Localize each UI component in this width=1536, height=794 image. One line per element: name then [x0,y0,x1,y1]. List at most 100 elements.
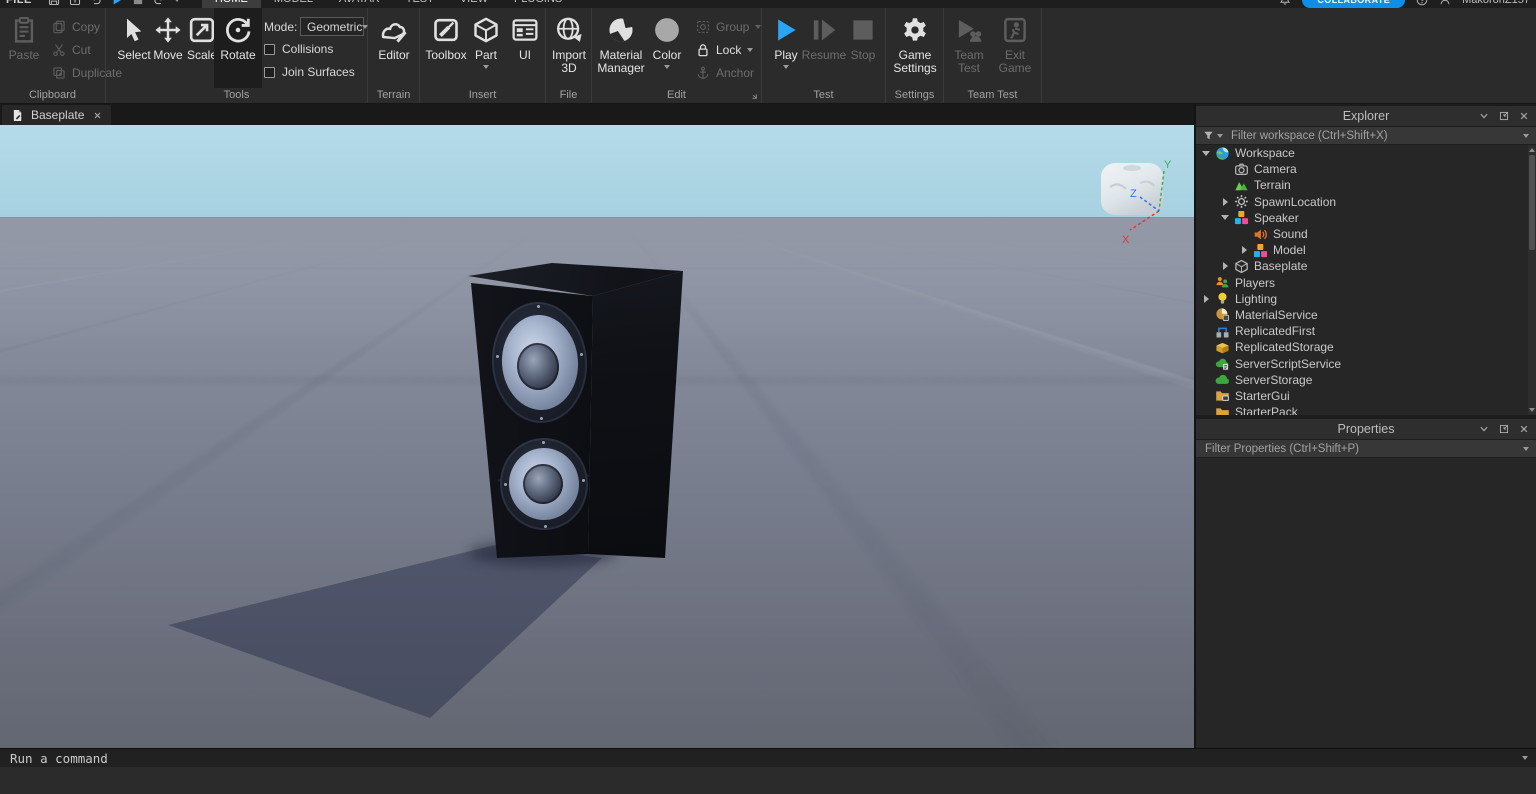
tab-avatar[interactable]: AVATAR [326,0,393,8]
tab-home[interactable]: HOME [202,0,261,8]
tree-item-speaker[interactable]: Speaker [1196,210,1528,226]
explorer-tree: Workspace Camera Terrain SpawnLocation S… [1196,145,1528,415]
command-bar [0,748,1536,767]
help-icon[interactable] [1416,0,1428,6]
game-settings-button[interactable]: Game Settings [889,14,941,75]
rotate-tool-button[interactable]: Rotate [214,8,262,88]
tab-test[interactable]: TEST [393,0,447,8]
properties-dock-icon[interactable] [1499,424,1509,434]
clipboard-section-label: Clipboard [0,89,105,101]
properties-collapse-icon[interactable] [1479,424,1489,434]
expand-arrow[interactable] [1218,262,1232,270]
stop-button[interactable]: Stop [841,14,885,62]
team-test-button[interactable]: Team Test [947,14,991,75]
tree-item-terrain[interactable]: Terrain [1196,177,1528,193]
username-label[interactable]: MakoronZ157 [1462,0,1530,6]
tree-item-replicatedfirst[interactable]: ReplicatedFirst [1196,323,1528,339]
tab-view[interactable]: VIEW [447,0,501,8]
document-tab-baseplate[interactable]: Baseplate [2,105,111,125]
rotate-icon [224,16,252,44]
terrain-editor-button[interactable]: Editor [370,14,418,62]
tab-model[interactable]: MODEL [261,0,326,8]
explorer-filter-dropdown-icon[interactable] [1523,134,1529,138]
file-menu[interactable]: FILE [6,0,32,6]
tree-item-spawnlocation[interactable]: SpawnLocation [1196,194,1528,210]
explorer-close-icon[interactable] [1519,111,1529,121]
properties-filter-input[interactable] [1203,442,1517,456]
quick-play-icon[interactable] [111,0,123,6]
copy-button[interactable]: Copy [52,20,100,34]
tree-item-workspace[interactable]: Workspace [1196,145,1528,161]
ui-button[interactable]: UI [505,14,545,62]
expand-arrow[interactable] [1199,295,1213,303]
horizon-line [0,217,1194,218]
notifications-bell-icon[interactable] [1279,0,1291,6]
tree-item-camera[interactable]: Camera [1196,161,1528,177]
properties-body [1196,458,1536,748]
material-manager-button[interactable]: Material Manager [593,14,649,75]
tree-item-baseplate[interactable]: Baseplate [1196,258,1528,274]
account-icon[interactable] [1439,0,1451,6]
expand-arrow[interactable] [1199,151,1213,156]
undo-icon[interactable] [90,0,102,6]
filter-caret-icon[interactable] [1217,134,1223,138]
command-bar-dropdown-icon[interactable] [1522,756,1528,760]
tree-item-sound[interactable]: Sound [1196,226,1528,242]
expand-arrow[interactable] [1218,198,1232,206]
expand-arrow[interactable] [1218,215,1232,220]
tab-close-icon[interactable] [93,111,102,120]
mode-dropdown[interactable]: Geometric [300,17,364,36]
collaborate-button[interactable]: COLLABORATE [1302,0,1405,8]
tree-item-players[interactable]: Players [1196,275,1528,291]
tab-plugins[interactable]: PLUGINS [501,0,575,8]
team-test-section-label: Team Test [944,89,1041,101]
explorer-dock-icon[interactable] [1499,111,1509,121]
tree-item-replicatedstorage[interactable]: ReplicatedStorage [1196,339,1528,355]
join-surfaces-checkbox-row[interactable]: Join Surfaces [264,65,355,79]
resume-button[interactable]: Resume [802,14,846,62]
test-section-label: Test [762,89,885,101]
publish-icon[interactable] [69,0,81,6]
collisions-checkbox-row[interactable]: Collisions [264,42,333,56]
properties-close-icon[interactable] [1519,424,1529,434]
quickbar-caret-icon[interactable] [174,0,180,2]
lock-button[interactable]: Lock [696,43,753,57]
viewport-3d[interactable]: Y X Z [0,125,1194,748]
properties-filter-dropdown-icon[interactable] [1523,447,1529,451]
server-script-service-icon [1215,356,1230,371]
tree-item-materialservice[interactable]: MaterialService [1196,307,1528,323]
tree-item-serverscriptservice[interactable]: ServerScriptService [1196,355,1528,371]
tree-item-starterpack[interactable]: StarterPack [1196,404,1528,415]
stop-icon [849,16,877,44]
tree-item-startergui[interactable]: StarterGui [1196,388,1528,404]
command-input[interactable] [8,750,1514,767]
join-surfaces-checkbox[interactable] [264,67,275,78]
scroll-up-icon[interactable] [1529,148,1535,152]
scroll-down-icon[interactable] [1529,408,1535,412]
save-icon[interactable] [48,0,60,6]
redo-icon[interactable] [153,0,165,6]
quick-stop-icon[interactable] [132,0,144,6]
group-button[interactable]: Group [696,20,761,34]
group-caret-icon [755,25,761,29]
part-button[interactable]: Part [462,14,510,69]
paste-button[interactable]: Paste [2,14,46,62]
scrollbar-thumb[interactable] [1529,155,1535,250]
tree-item-model[interactable]: Model [1196,242,1528,258]
filter-funnel-icon[interactable] [1203,130,1214,141]
collisions-checkbox[interactable] [264,44,275,55]
view-cube[interactable]: Y X Z [1088,155,1194,259]
import-3d-button[interactable]: Import 3D [547,14,591,75]
section-terrain: Editor Terrain [368,8,420,103]
expand-arrow[interactable] [1237,246,1251,254]
exit-game-button[interactable]: Exit Game [993,14,1037,75]
anchor-button[interactable]: Anchor [696,66,754,80]
explorer-collapse-icon[interactable] [1479,111,1489,121]
cut-button[interactable]: Cut [52,43,91,57]
tree-item-serverstorage[interactable]: ServerStorage [1196,372,1528,388]
color-button[interactable]: Color [645,14,689,69]
explorer-scrollbar[interactable] [1528,145,1536,415]
spawn-location-icon [1234,194,1249,209]
tree-item-lighting[interactable]: Lighting [1196,291,1528,307]
explorer-filter-input[interactable] [1229,129,1517,143]
